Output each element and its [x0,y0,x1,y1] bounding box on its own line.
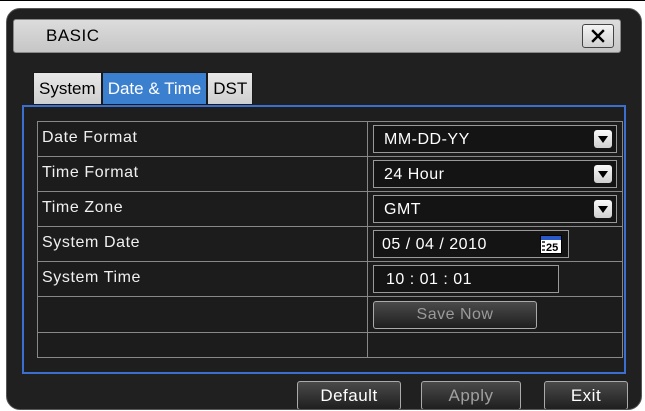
tab-label: System [39,78,96,98]
tab-date-time[interactable]: Date & Time [101,72,208,105]
date-format-value: MM-DD-YY [384,131,470,148]
system-date-value: 05 / 04 / 2010 [382,236,487,253]
time-zone-label: Time Zone [42,199,124,216]
apply-button[interactable]: Apply [421,381,521,409]
time-format-value: 24 Hour [384,166,445,183]
tab-system[interactable]: System [33,72,102,105]
system-time-value: 10 : 01 : 01 [386,271,473,288]
time-format-select[interactable]: 24 Hour [373,160,617,188]
row-system-date: System Date 05 / 04 / 2010 25 [38,227,622,262]
tab-label: DST [213,78,248,98]
exit-button[interactable]: Exit [544,381,628,409]
save-now-button[interactable]: Save Now [373,301,537,329]
calendar-icon[interactable]: 25 [540,235,562,254]
default-button[interactable]: Default [297,381,401,409]
date-format-label: Date Format [42,129,138,146]
calendar-day: 25 [546,242,558,253]
row-save-now: Save Now [38,297,622,333]
title-bar: BASIC [13,19,621,53]
close-button[interactable] [582,24,614,48]
time-zone-select[interactable]: GMT [373,195,617,223]
system-time-label: System Time [42,269,142,286]
basic-settings-window: BASIC System Date & Time DST Date Format… [6,8,642,410]
system-date-label: System Date [42,234,141,251]
tab-bar: System Date & Time DST [33,72,254,105]
chevron-down-icon[interactable] [594,200,612,218]
time-format-label: Time Format [42,164,139,181]
system-date-field[interactable]: 05 / 04 / 2010 25 [373,230,569,258]
row-date-format: Date Format MM-DD-YY [38,122,622,157]
chevron-down-icon[interactable] [594,130,612,148]
row-time-format: Time Format 24 Hour [38,157,622,192]
date-time-panel: Date Format MM-DD-YY Time Format 24 Hour [22,105,626,374]
time-zone-value: GMT [384,201,422,218]
row-time-zone: Time Zone GMT [38,192,622,227]
chevron-down-icon[interactable] [594,165,612,183]
close-icon [591,29,605,43]
page-top-rule [0,0,645,1]
system-time-field[interactable]: 10 : 01 : 01 [373,265,559,293]
tab-dst[interactable]: DST [207,72,254,105]
row-system-time: System Time 10 : 01 : 01 [38,262,622,297]
date-format-select[interactable]: MM-DD-YY [373,125,617,153]
window-title: BASIC [46,26,100,45]
settings-table: Date Format MM-DD-YY Time Format 24 Hour [37,121,623,358]
tab-label: Date & Time [107,78,202,98]
